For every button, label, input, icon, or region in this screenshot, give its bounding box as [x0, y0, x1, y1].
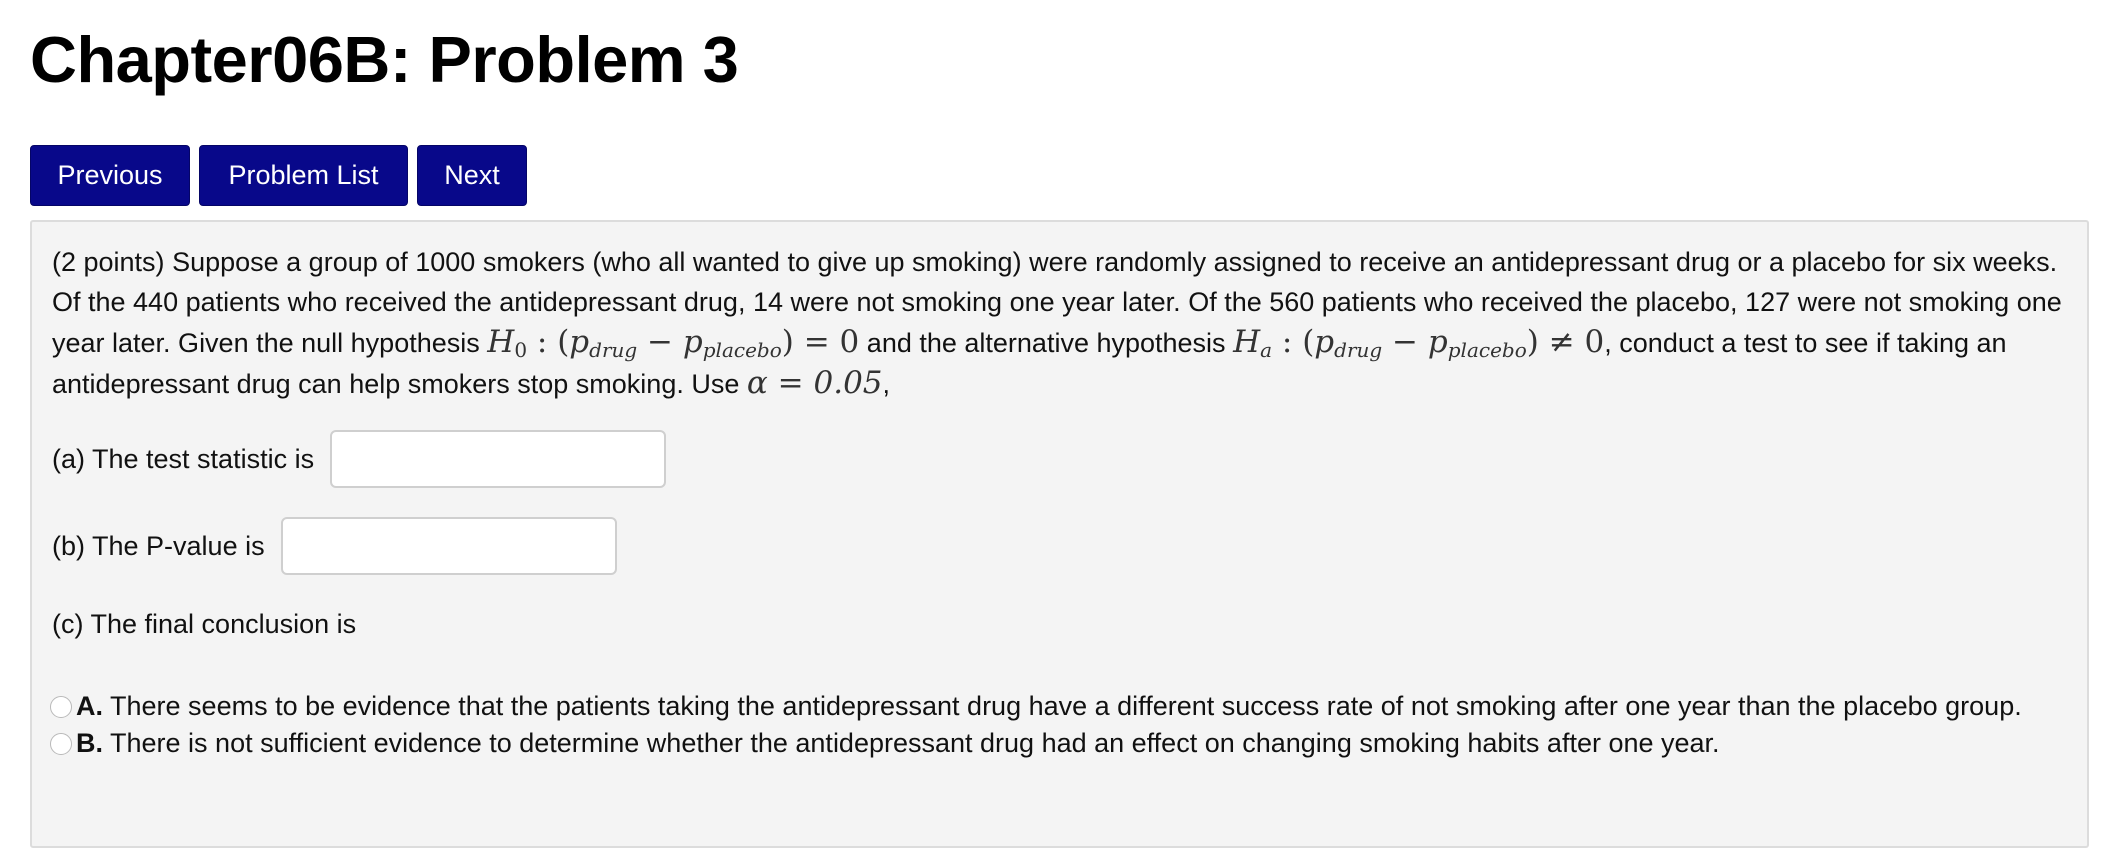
alpha-formula: α = 0.05 — [746, 365, 883, 401]
null-hypothesis-formula: H0 : (pdrug − pplacebo) = 0 — [487, 324, 860, 362]
option-b-text: There is not sufficient evidence to dete… — [110, 728, 1720, 758]
next-button[interactable]: Next — [417, 145, 527, 206]
option-a[interactable]: A. There seems to be evidence that the p… — [50, 688, 2067, 725]
option-a-text: There seems to be evidence that the pati… — [110, 691, 2022, 721]
problem-points: (2 points) — [52, 247, 165, 277]
problem-list-button[interactable]: Problem List — [199, 145, 408, 206]
option-a-letter: A. — [76, 691, 103, 721]
conclusion-options: A. There seems to be evidence that the p… — [50, 688, 2067, 762]
problem-navigation: Previous Problem List Next — [30, 145, 527, 206]
previous-button[interactable]: Previous — [30, 145, 190, 206]
alternative-hypothesis-formula: Ha : (pdrug − pplacebo) ≠ 0 — [1233, 324, 1605, 362]
problem-end-punct: , — [882, 369, 891, 399]
problem-statement: (2 points) Suppose a group of 1000 smoke… — [52, 242, 2069, 404]
question-c: (c) The final conclusion is — [52, 609, 356, 640]
question-b-label: (b) The P-value is — [52, 530, 265, 561]
test-statistic-input[interactable] — [330, 430, 667, 488]
option-b-radio[interactable] — [50, 733, 72, 755]
p-value-input[interactable] — [280, 517, 617, 575]
option-a-radio[interactable] — [50, 696, 72, 718]
question-c-label: (c) The final conclusion is — [52, 609, 357, 639]
option-b-letter: B. — [76, 728, 103, 758]
problem-text-part-2: and the alternative hypothesis — [866, 328, 1226, 358]
question-a: (a) The test statistic is — [52, 430, 667, 488]
option-b[interactable]: B. There is not sufficient evidence to d… — [50, 725, 2067, 762]
page-title: Chapter06B: Problem 3 — [30, 23, 739, 96]
problem-panel: (2 points) Suppose a group of 1000 smoke… — [30, 220, 2089, 848]
question-b: (b) The P-value is — [52, 517, 617, 575]
question-a-label: (a) The test statistic is — [52, 443, 315, 474]
